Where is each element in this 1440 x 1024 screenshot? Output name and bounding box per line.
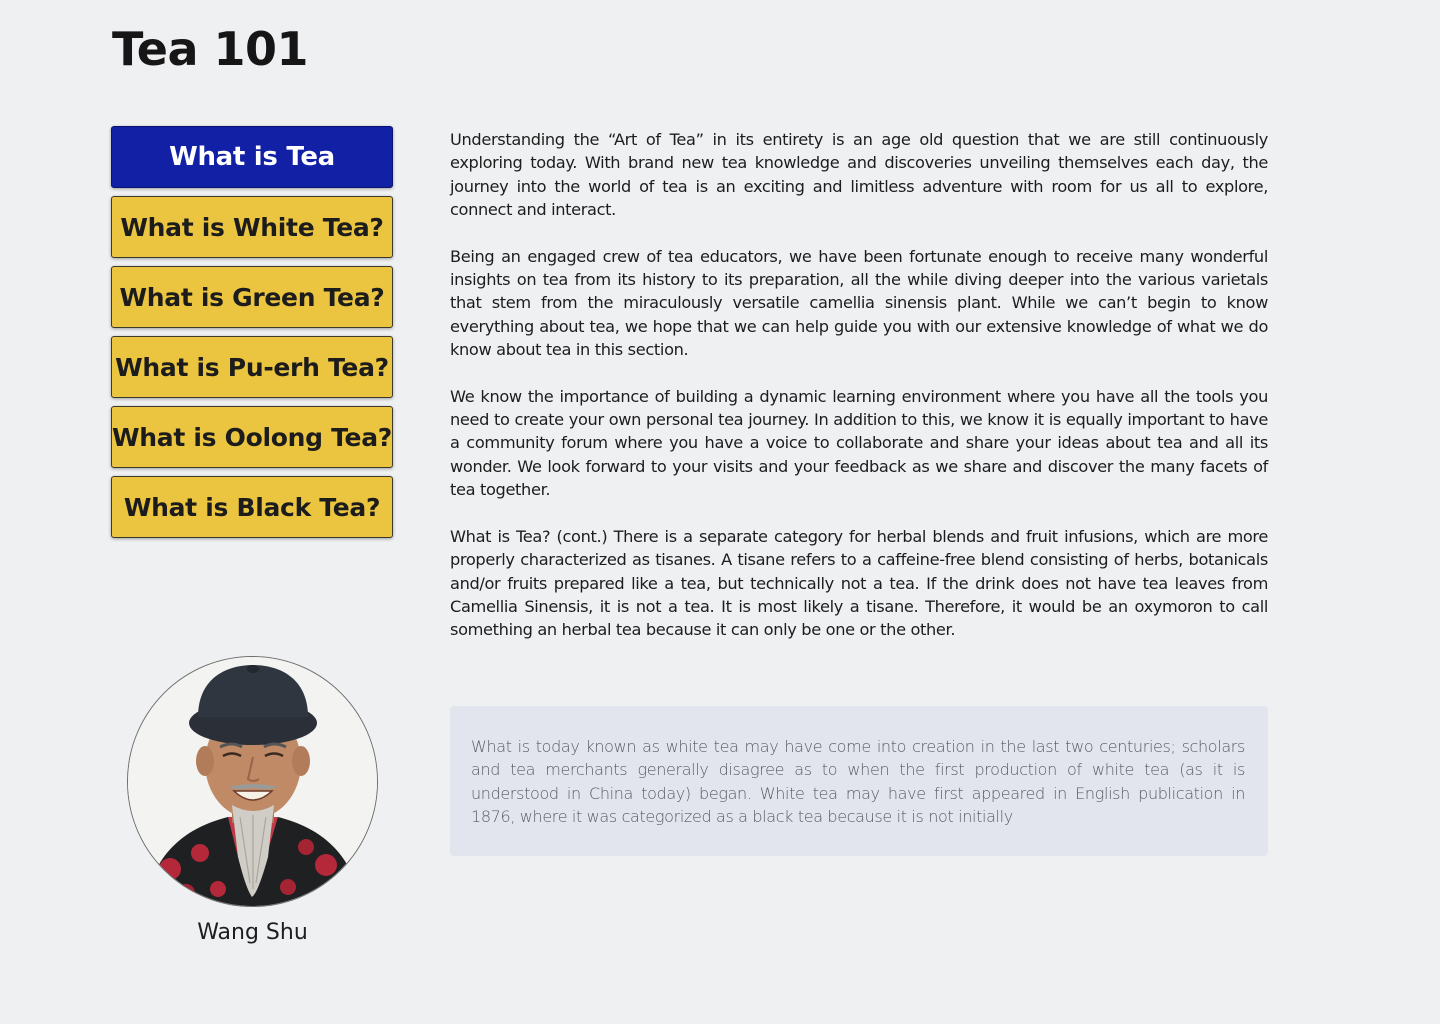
nav-button-black-tea[interactable]: What is Black Tea?	[111, 476, 393, 538]
profile-name: Wang Shu	[197, 920, 308, 945]
topic-nav: What is Tea What is White Tea? What is G…	[111, 126, 393, 546]
page-title: Tea 101	[112, 22, 309, 76]
article-paragraph: Being an engaged crew of tea educators, …	[450, 246, 1268, 360]
profile-card: Wang Shu	[127, 656, 378, 945]
avatar	[127, 656, 378, 907]
article-paragraph: Understanding the “Art of Tea” in its en…	[450, 130, 1268, 220]
quote-box: What is today known as white tea may hav…	[450, 706, 1268, 856]
article-paragraph: What is Tea? (cont.) There is a separate…	[450, 526, 1268, 640]
nav-button-oolong-tea[interactable]: What is Oolong Tea?	[111, 406, 393, 468]
portrait-image	[128, 657, 377, 906]
nav-button-pu-erh-tea[interactable]: What is Pu-erh Tea?	[111, 336, 393, 398]
page: Tea 101 What is Tea What is White Tea? W…	[0, 0, 1440, 1024]
nav-button-white-tea[interactable]: What is White Tea?	[111, 196, 393, 258]
article-paragraph: We know the importance of building a dyn…	[450, 386, 1268, 500]
article-body: Understanding the “Art of Tea” in its en…	[450, 128, 1268, 665]
nav-button-what-is-tea[interactable]: What is Tea	[111, 126, 393, 188]
nav-button-green-tea[interactable]: What is Green Tea?	[111, 266, 393, 328]
quote-text: What is today known as white tea may hav…	[471, 737, 1245, 827]
